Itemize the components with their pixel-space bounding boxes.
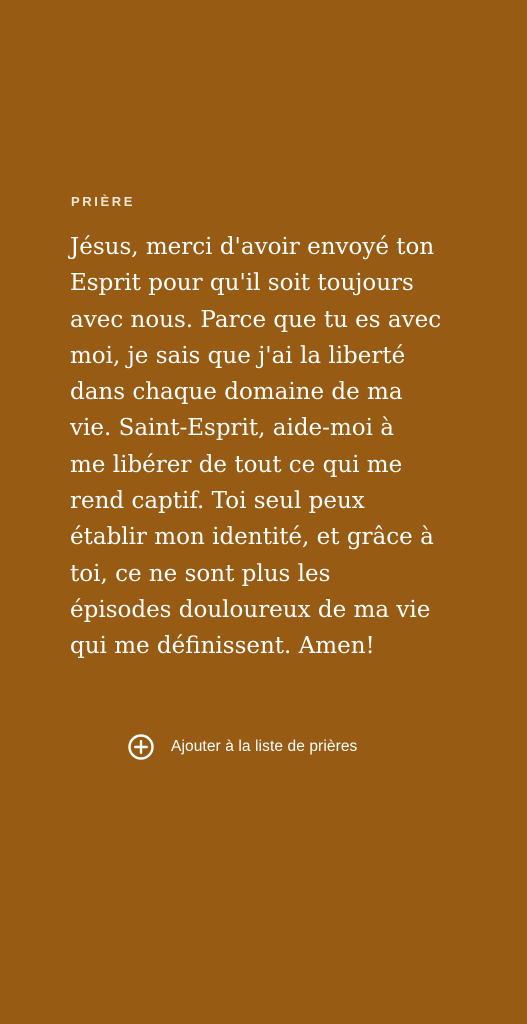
prayer-text: Jésus, merci d'avoir envoyé ton Esprit p… xyxy=(70,234,442,660)
add-to-prayer-list-button[interactable]: Ajouter à la liste de prières xyxy=(127,732,357,762)
plus-circle-icon xyxy=(127,733,155,761)
add-to-prayer-list-label: Ajouter à la liste de prières xyxy=(171,738,358,755)
prayer-screen: PRIÈRE Jésus, merci d'avoir envoyé ton E… xyxy=(0,0,527,1024)
section-label: PRIÈRE xyxy=(71,194,136,209)
